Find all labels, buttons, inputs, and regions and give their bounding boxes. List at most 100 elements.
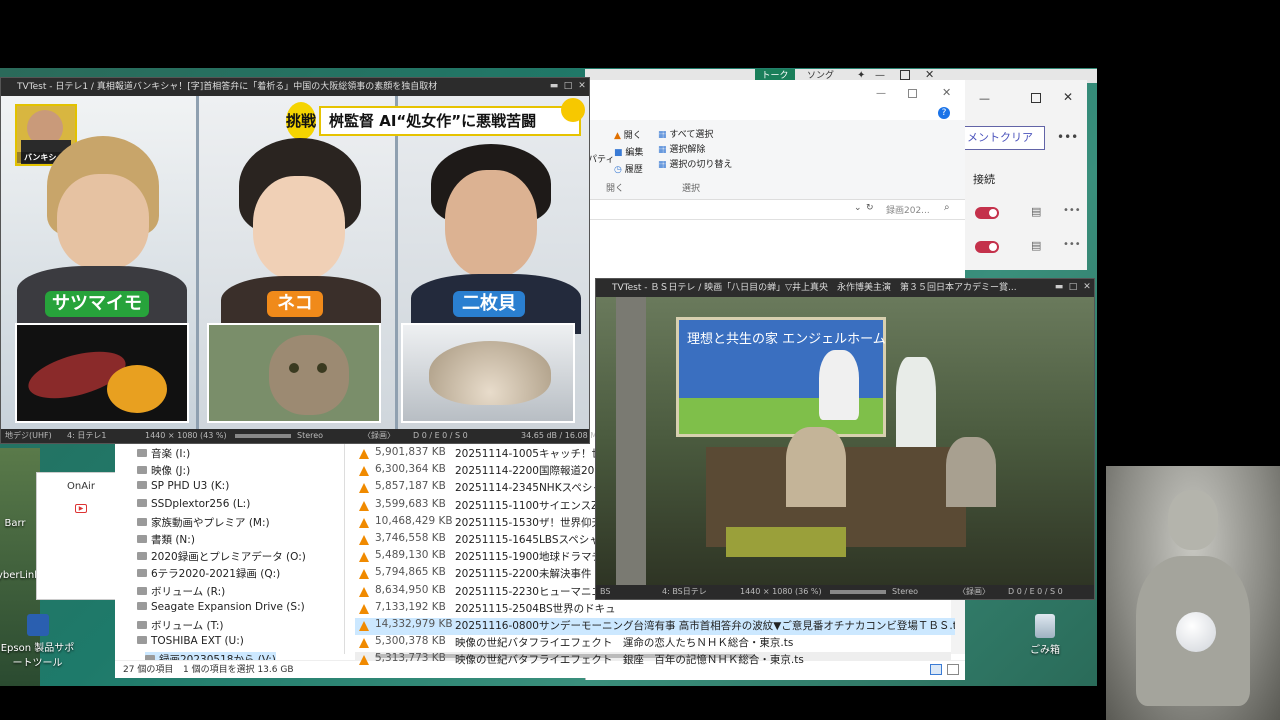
image-sweet-potato — [15, 323, 189, 423]
ribbon-history-button[interactable]: ◷ 履歴 — [614, 162, 643, 175]
nav-drive-item[interactable]: 音楽 (I:) — [137, 446, 190, 461]
status-drop: D 0 / E 0 / S 0 — [1008, 587, 1063, 596]
caption-cat: ネコ — [267, 291, 323, 317]
nav-drive-item[interactable]: 2020録画とプレミアデータ (O:) — [137, 549, 306, 564]
challenge-badge: 挑戦 — [286, 102, 316, 140]
nav-drive-item[interactable]: ボリューム (R:) — [137, 584, 225, 599]
comment-icon[interactable]: ▤ — [1031, 205, 1041, 218]
ribbon-select-all[interactable]: ▦ すべて選択 — [658, 127, 713, 140]
volume-bar[interactable] — [830, 590, 886, 594]
onair-label[interactable]: OnAir — [67, 481, 95, 492]
comment-clear-button[interactable]: メントクリア — [965, 126, 1045, 150]
drive-icon — [137, 481, 147, 490]
maximize-icon[interactable] — [900, 70, 910, 80]
tv2-minimize-icon[interactable]: ▬ — [1054, 282, 1064, 292]
file-row[interactable]: 5,313,773 KB 映像の世紀バタフライエフェクト 銀座 百年の記憶ＮＨＫ総… — [355, 652, 955, 669]
status-signal: 34.65 dB / 16.08 M — [521, 431, 598, 440]
vegetables — [726, 527, 846, 557]
vlc-file-icon — [359, 483, 369, 494]
tv1-minimize-icon[interactable]: ▬ — [549, 81, 559, 91]
file-size: 3,746,558 KB — [375, 532, 446, 544]
ribbon-select-none[interactable]: ▦ 選択解除 — [658, 142, 705, 155]
chevron-down-icon[interactable]: ⌄ — [854, 203, 862, 213]
status-audio[interactable]: Stereo — [297, 429, 323, 443]
explorer-close-icon[interactable]: ✕ — [942, 86, 951, 99]
video-frame-bs[interactable]: 理想と共生の家 エンジェルホーム — [596, 297, 1094, 587]
signboard: 理想と共生の家 エンジェルホーム — [676, 317, 886, 437]
nav-drive-item[interactable]: SP PHD U3 (K:) — [137, 480, 229, 492]
image-clam — [401, 323, 575, 423]
more-icon[interactable]: ••• — [1063, 239, 1081, 250]
file-name: 映像の世紀バタフライエフェクト 運命の恋人たちＮＨＫ総合・東京.ts — [455, 637, 794, 650]
file-size: 3,599,683 KB — [375, 497, 446, 510]
buddha-head — [1168, 490, 1218, 550]
file-row[interactable]: 5,300,378 KB 映像の世紀バタフライエフェクト 運命の恋人たちＮＨＫ総合… — [355, 635, 955, 652]
vlc-file-icon — [359, 655, 369, 666]
vlc-file-icon — [359, 621, 369, 631]
status-record[interactable]: 〈録画〉 — [363, 429, 395, 443]
drive-icon — [137, 498, 147, 507]
video-icon[interactable]: ▶ — [75, 504, 87, 513]
toggle-switch-2[interactable] — [975, 241, 999, 253]
status-channel[interactable]: 4: BS日テレ — [662, 585, 707, 599]
panel-minimize-icon[interactable]: — — [979, 92, 990, 105]
vlc-file-icon — [359, 603, 369, 614]
ribbon-property[interactable]: パティ — [588, 152, 614, 165]
nav-drive-label: TOSHIBA EXT (U:) — [151, 635, 244, 648]
drive-icon — [137, 535, 147, 543]
cyberlink-desktop-icon[interactable]: CyberLink — [0, 570, 40, 581]
comment-icon[interactable]: ▤ — [1031, 239, 1041, 252]
clam-shell — [429, 341, 551, 405]
refresh-icon[interactable]: ↻ — [866, 203, 874, 213]
more-icon[interactable]: ••• — [1063, 205, 1081, 216]
epson-desktop-icon[interactable]: Epson 製品サポートツール — [0, 614, 75, 669]
tv1-close-icon[interactable]: ✕ — [577, 81, 587, 91]
file-size: 7,133,192 KB — [375, 600, 446, 613]
volume-bar[interactable] — [235, 434, 291, 438]
recycle-bin-icon[interactable]: ごみ箱 — [1010, 614, 1080, 656]
nav-drive-item[interactable]: SSDplextor256 (L:) — [137, 498, 250, 510]
divider — [395, 96, 398, 430]
nav-drive-item[interactable]: 書類 (N:) — [137, 532, 195, 547]
status-record[interactable]: 〈録画〉 — [958, 585, 990, 599]
explorer-minimize-icon[interactable]: — — [876, 88, 886, 99]
file-row[interactable]: 14,332,979 KB 20251116-0800サンデーモーニング台湾有事 … — [355, 618, 955, 635]
status-resolution: 1440 × 1080 (43 %) — [145, 431, 227, 440]
tv2-maximize-icon[interactable]: □ — [1068, 282, 1078, 292]
item-count: 27 個の項目 — [123, 665, 174, 675]
nav-drive-label: 6テラ2020-2021録画 (Q:) — [151, 568, 281, 581]
help-icon[interactable]: ? — [938, 107, 950, 119]
trash-icon — [1035, 614, 1055, 638]
explorer-titlebar: — ✕ ? — [586, 80, 966, 120]
nav-drive-item[interactable]: 6テラ2020-2021録画 (Q:) — [137, 566, 280, 581]
ribbon-edit-button[interactable]: ■ 編集 — [614, 145, 643, 158]
nav-drive-item[interactable]: ボリューム (T:) — [137, 618, 224, 633]
vlc-file-icon — [359, 586, 369, 597]
status-channel[interactable]: 4: 日テレ1 — [67, 429, 106, 443]
explorer-maximize-icon[interactable] — [908, 89, 917, 98]
nav-drive-label: 2020録画とプレミアデータ (O:) — [151, 551, 306, 564]
nav-drive-item[interactable]: TOSHIBA EXT (U:) — [137, 635, 244, 647]
navigation-pane: 音楽 (I:) 映像 (J:) SP PHD U3 (K:) SSDplextor25… — [115, 444, 345, 668]
open-icon: ▲ — [614, 131, 621, 141]
nav-drive-label: 音楽 (I:) — [151, 448, 191, 460]
ribbon-open-button[interactable]: ▲ 開く — [614, 128, 642, 141]
toggle-switch-1[interactable] — [975, 207, 999, 219]
nav-drive-item[interactable]: 家族動画やプレミア (M:) — [137, 515, 270, 530]
crystal-ball — [1176, 612, 1216, 652]
tv1-maximize-icon[interactable]: □ — [563, 81, 573, 91]
bar-desktop-icon[interactable]: Barr — [0, 518, 40, 529]
tv2-close-icon[interactable]: ✕ — [1082, 282, 1092, 292]
status-audio[interactable]: Stereo — [892, 585, 918, 599]
panel-close-icon[interactable]: ✕ — [1063, 90, 1073, 104]
panel-maximize-icon[interactable] — [1031, 93, 1041, 103]
vlc-file-icon — [359, 449, 369, 459]
file-row[interactable]: 7,133,192 KB 20251115-2504BS世界のドキュ — [355, 601, 955, 618]
video-frame-main[interactable]: バンキシャ! 挑戦 桝監督 AI“処女作”に悪戦苦闘 サツマイモ ネコ 二枚貝 — [1, 96, 589, 430]
epson-label: Epson 製品サポートツール — [0, 643, 75, 669]
file-size: 8,634,950 KB — [375, 583, 446, 596]
ribbon-invert-selection[interactable]: ▦ 選択の切り替え — [658, 157, 732, 170]
more-options-icon[interactable]: ••• — [1057, 130, 1078, 144]
nav-drive-item[interactable]: Seagate Expansion Drive (S:) — [137, 601, 305, 613]
nav-drive-item[interactable]: 映像 (J:) — [137, 463, 190, 478]
